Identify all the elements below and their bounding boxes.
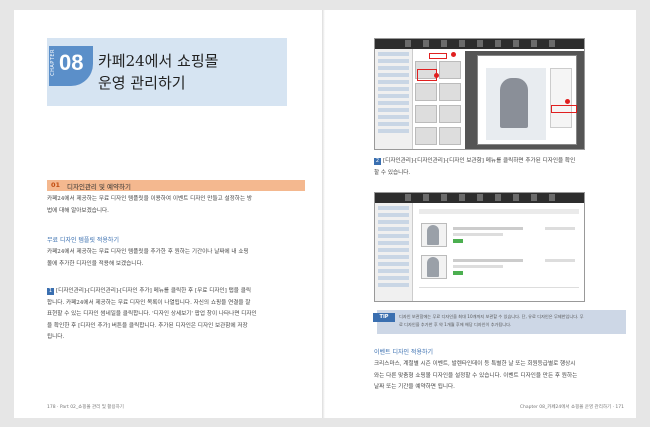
tip-line: 료 디자인을 추가한 후 약 1개월 후에 해당 디자인이 추가됩니다. (399, 322, 512, 327)
paragraph-line: 2 [디자인관리]-[디자인관리]-[디자인 보관함] 메뉴를 클릭하면 추가된 … (374, 156, 626, 168)
paragraph-line: 할 수 있습니다. (374, 169, 411, 176)
paragraph-line: 와는 다른 맞춤형 쇼핑몰 디자인을 설정할 수 있습니다. 이벤트 디자인을 … (374, 372, 578, 379)
chapter-title-line2: 운영 관리하기 (98, 74, 186, 92)
intro-line: 카페24에서 제공하는 무료 디자인 템플릿을 이용하여 이벤트 디자인 만들고… (47, 196, 253, 202)
subheading-event-design: 이벤트 디자인 적용하기 (374, 349, 434, 356)
right-page: 2 [디자인관리]-[디자인관리]-[디자인 보관함] 메뉴를 클릭하면 추가된 … (325, 10, 636, 418)
section-number: 01 (51, 181, 61, 189)
step-line: [디자인관리]-[디자인관리]-[디자인 보관함] 메뉴를 클릭하면 추가된 디… (383, 158, 576, 164)
paragraph-line: 합니다. 카페24에서 제공하는 무료 디자인 목록이 나열됩니다. 자신의 쇼… (47, 299, 251, 306)
paragraph-line: 1 [디자인관리]-[디자인관리]-[디자인 추가] 메뉴를 클릭한 후 [무료 … (47, 286, 309, 298)
step1-paragraph: 1 [디자인관리]-[디자인관리]-[디자인 추가] 메뉴를 클릭한 후 [무료 … (47, 286, 309, 344)
paragraph-line: 카페24에서 제공하는 무료 디자인 템플릿을 추가한 후 원하는 기간이나 날… (47, 249, 249, 255)
chapter-number: 08 (59, 50, 84, 75)
paragraph-line: 몰에 추가한 디자인을 적용해 보겠습니다. (47, 260, 144, 267)
paragraph-line: 표현할 수 있는 디자인 썸네일을 클릭합니다. '디자인 상세보기' 팝업 창… (47, 311, 257, 317)
subheading-free-template: 무료 디자인 템플릿 적용하기 (47, 237, 119, 244)
intro-line: 법에 대해 알아보겠습니다. (47, 207, 109, 214)
chapter-word: CHAPTER (50, 49, 56, 76)
intro-paragraph: 카페24에서 제공하는 무료 디자인 템플릿을 이용하여 이벤트 디자인 만들고… (47, 194, 309, 217)
step-line: [디자인관리]-[디자인관리]-[디자인 추가] 메뉴를 클릭한 후 [무료 디… (56, 288, 251, 294)
paragraph-line: 을 확인한 후 [디자인 추가] 버튼을 클릭합니다. 추가된 디자인은 디자인… (47, 322, 248, 329)
left-folio: 178 · Part 02_쇼핑몰 관리 및 활용하기 (47, 405, 124, 410)
admin-toolbar (375, 193, 584, 203)
design-detail-popup (477, 55, 577, 145)
admin-sidebar (375, 49, 413, 149)
right-folio: Chapter 08_카페24에서 쇼핑몰 운영 관리하기 · 171 (519, 405, 624, 410)
section-heading: 01 디자인관리 및 예약하기 (47, 180, 305, 191)
left-page: CHAPTER 08 카페24에서 쇼핑몰 운영 관리하기 01 디자인관리 및… (14, 10, 325, 418)
chapter-title: 카페24에서 쇼핑몰 운영 관리하기 (98, 50, 218, 94)
screenshot-design-storage (374, 192, 585, 302)
admin-toolbar (375, 39, 584, 49)
admin-sidebar (375, 203, 413, 301)
paragraph-line: 크리스마스, 계절별 시즌 이벤트, 발렌타인데이 등 특별한 날 또는 회원등… (374, 361, 576, 367)
chapter-title-line1: 카페24에서 쇼핑몰 (98, 52, 219, 70)
tip-label: TIP (373, 313, 395, 322)
free-template-paragraph: 카페24에서 제공하는 무료 디자인 템플릿을 추가한 후 원하는 기간이나 날… (47, 247, 309, 270)
step-number-badge: 2 (374, 158, 381, 165)
tip-box: TIP 디자인 보관함에는 무료 디자인을 최대 10개까지 보관할 수 있습니… (373, 310, 626, 334)
event-design-paragraph: 크리스마스, 계절별 시즌 이벤트, 발렌타인데이 등 특별한 날 또는 회원등… (374, 359, 628, 394)
tip-text: 디자인 보관함에는 무료 디자인을 최대 10개까지 보관할 수 있습니다. 단… (399, 313, 623, 329)
admin-content (415, 205, 582, 299)
admin-content (415, 51, 584, 149)
step2-paragraph: 2 [디자인관리]-[디자인관리]-[디자인 보관함] 메뉴를 클릭하면 추가된 … (374, 156, 626, 179)
screenshot-design-add (374, 38, 585, 150)
section-label: 디자인관리 및 예약하기 (67, 183, 131, 191)
paragraph-line: 날짜 또는 기간을 예약하면 됩니다. (374, 384, 455, 390)
tip-line: 디자인 보관함에는 무료 디자인을 최대 10개까지 보관할 수 있습니다. 단… (399, 314, 584, 319)
step-number-badge: 1 (47, 288, 54, 295)
paragraph-line: 됩니다. (47, 334, 65, 340)
